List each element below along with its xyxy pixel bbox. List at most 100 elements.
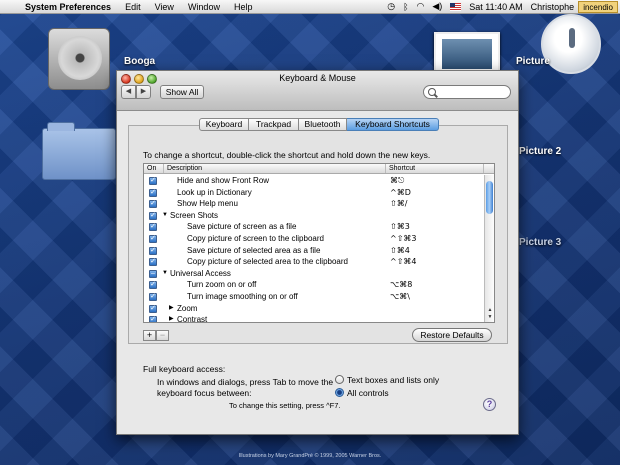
table-row[interactable]: ✓ ▼ Screen Shots	[144, 210, 484, 222]
search-icon	[428, 88, 436, 96]
disclosure-closed-icon[interactable]: ▶	[169, 314, 174, 322]
volume-icon[interactable]: ◀)	[428, 1, 446, 12]
tab-keyboard[interactable]: Keyboard	[199, 118, 249, 131]
menu-app-name[interactable]: System Preferences	[22, 2, 118, 12]
menu-user[interactable]: Christophe	[527, 2, 579, 12]
row-description: Copy picture of selected area to the cli…	[187, 257, 348, 267]
checkbox-checked-icon[interactable]: ✓	[149, 316, 157, 322]
checkbox-checked-icon[interactable]: ✓	[149, 223, 157, 232]
row-shortcut[interactable]: ⇧⌘4	[390, 245, 410, 257]
table-row[interactable]: ✓ Save picture of selected area as a file…	[144, 245, 484, 257]
table-row[interactable]: ✓ ▶ Zoom	[144, 303, 484, 315]
time-machine-icon[interactable]: ◷	[383, 1, 399, 12]
radio-all-controls-icon[interactable]	[335, 388, 344, 397]
checkbox-checked-icon[interactable]: ✓	[149, 304, 157, 313]
tab-keyboard-shortcuts[interactable]: Keyboard Shortcuts	[347, 118, 439, 131]
checkbox-mixed-icon[interactable]: –	[149, 269, 157, 278]
row-shortcut[interactable]: ⇧⌘/	[390, 198, 407, 210]
column-description[interactable]: Description	[164, 164, 386, 173]
row-description: Save picture of selected area as a file	[187, 245, 321, 255]
menu-view[interactable]: View	[148, 2, 181, 12]
row-shortcut[interactable]: ⇧⌘3	[390, 221, 410, 233]
checkbox-checked-icon[interactable]: ✓	[149, 177, 157, 185]
row-shortcut[interactable]: ^⇧⌘3	[390, 233, 417, 245]
full-keyboard-access-description: In windows and dialogs, press Tab to mov…	[157, 377, 334, 398]
table-row[interactable]: ✓ Show Help menu ⇧⌘/	[144, 198, 484, 210]
help-button[interactable]: ?	[483, 398, 496, 411]
picture-2-label[interactable]: Picture 2	[519, 146, 561, 157]
checkbox-checked-icon[interactable]: ✓	[149, 258, 157, 267]
checkbox-checked-icon[interactable]: ✓	[149, 200, 157, 209]
checkbox-checked-icon[interactable]: ✓	[149, 188, 157, 197]
menu-edit[interactable]: Edit	[118, 2, 148, 12]
row-shortcut[interactable]: ^⌘D	[390, 187, 411, 199]
instruction-text: To change a shortcut, double-click the s…	[143, 150, 431, 160]
column-shortcut[interactable]: Shortcut	[386, 164, 484, 173]
back-button[interactable]: ◀	[121, 85, 136, 99]
row-shortcut[interactable]: ⌥⌘\	[390, 291, 410, 303]
input-menu-flag-icon[interactable]	[450, 2, 462, 11]
scroll-down-arrow-icon[interactable]: ▼	[486, 314, 494, 320]
search-field[interactable]	[423, 85, 511, 99]
row-shortcut[interactable]: ⌥⌘8	[390, 279, 412, 291]
table-row[interactable]: ✓ Copy picture of screen to the clipboard…	[144, 233, 484, 245]
table-scrollbar[interactable]: ▲ ▼	[484, 175, 494, 322]
radio-text-boxes-icon[interactable]	[335, 375, 344, 384]
menu-help[interactable]: Help	[227, 2, 260, 12]
row-description: Look up in Dictionary	[177, 187, 252, 197]
radio-all-controls[interactable]: All controls	[335, 388, 389, 398]
table-row[interactable]: ✓ ▶ Contrast	[144, 314, 484, 323]
row-description: Screen Shots	[170, 210, 219, 220]
radio-text-boxes-label: Text boxes and lists only	[347, 375, 440, 385]
scroll-up-arrow-icon[interactable]: ▲	[486, 307, 494, 313]
table-row[interactable]: ✓ Save picture of screen as a file ⇧⌘3	[144, 221, 484, 233]
disclosure-closed-icon[interactable]: ▶	[169, 303, 174, 315]
disclosure-open-icon[interactable]: ▼	[162, 268, 168, 280]
full-keyboard-access-label: Full keyboard access:	[143, 364, 226, 374]
forward-button[interactable]: ▶	[136, 85, 151, 99]
checkbox-checked-icon[interactable]: ✓	[149, 281, 157, 290]
row-description: Universal Access	[170, 268, 231, 278]
disclosure-open-icon[interactable]: ▼	[162, 210, 168, 222]
table-row[interactable]: ✓ Hide and show Front Row ⌘⎋	[144, 175, 484, 187]
row-shortcut[interactable]: ^⇧⌘4	[390, 256, 417, 268]
checkbox-checked-icon[interactable]: ✓	[149, 246, 157, 255]
menu-clock[interactable]: Sat 11:40 AM	[465, 2, 526, 12]
bluetooth-icon[interactable]: ᛒ	[399, 2, 412, 12]
search-input[interactable]	[438, 87, 508, 97]
hdd-label[interactable]: Booga	[124, 56, 155, 67]
table-row[interactable]: ✓ Turn zoom on or off ⌥⌘8	[144, 279, 484, 291]
tab-bluetooth[interactable]: Bluetooth	[299, 118, 347, 131]
column-on[interactable]: On	[144, 164, 164, 173]
tab-trackpad[interactable]: Trackpad	[249, 118, 299, 131]
scroll-thumb[interactable]	[486, 181, 493, 214]
table-row[interactable]: ✓ Turn image smoothing on or off ⌥⌘\	[144, 291, 484, 303]
radio-all-controls-label: All controls	[347, 388, 389, 398]
row-description: Zoom	[177, 303, 198, 313]
row-description: Turn zoom on or off	[187, 280, 257, 290]
title-bar[interactable]: Keyboard & Mouse ◀ ▶ Show All	[117, 71, 518, 111]
picture-3-label[interactable]: Picture 3	[519, 237, 561, 248]
row-description: Contrast	[177, 315, 208, 323]
row-description: Show Help menu	[177, 199, 238, 209]
radio-text-boxes[interactable]: Text boxes and lists only	[335, 375, 439, 385]
incendio-gauge-icon[interactable]	[541, 14, 601, 74]
row-shortcut[interactable]: ⌘⎋	[390, 175, 404, 187]
table-row[interactable]: ✓ Copy picture of selected area to the cl…	[144, 256, 484, 268]
show-all-button[interactable]: Show All	[160, 85, 204, 99]
add-shortcut-button[interactable]: +	[143, 330, 156, 341]
wifi-icon[interactable]: ◠	[413, 1, 429, 12]
restore-defaults-button[interactable]: Restore Defaults	[412, 328, 492, 342]
incendio-badge[interactable]: incendio	[578, 0, 618, 13]
picture-label[interactable]: Picture	[516, 56, 550, 67]
folder-icon[interactable]	[42, 122, 116, 180]
hard-drive-icon[interactable]	[48, 28, 110, 90]
remove-shortcut-button[interactable]: −	[156, 330, 169, 341]
table-row[interactable]: – ▼ Universal Access	[144, 268, 484, 280]
checkbox-checked-icon[interactable]: ✓	[149, 211, 157, 220]
table-row[interactable]: ✓ Look up in Dictionary ^⌘D	[144, 187, 484, 199]
menu-bar: System Preferences Edit View Window Help…	[0, 0, 620, 14]
menu-window[interactable]: Window	[181, 2, 227, 12]
checkbox-checked-icon[interactable]: ✓	[149, 292, 157, 301]
checkbox-checked-icon[interactable]: ✓	[149, 234, 157, 243]
